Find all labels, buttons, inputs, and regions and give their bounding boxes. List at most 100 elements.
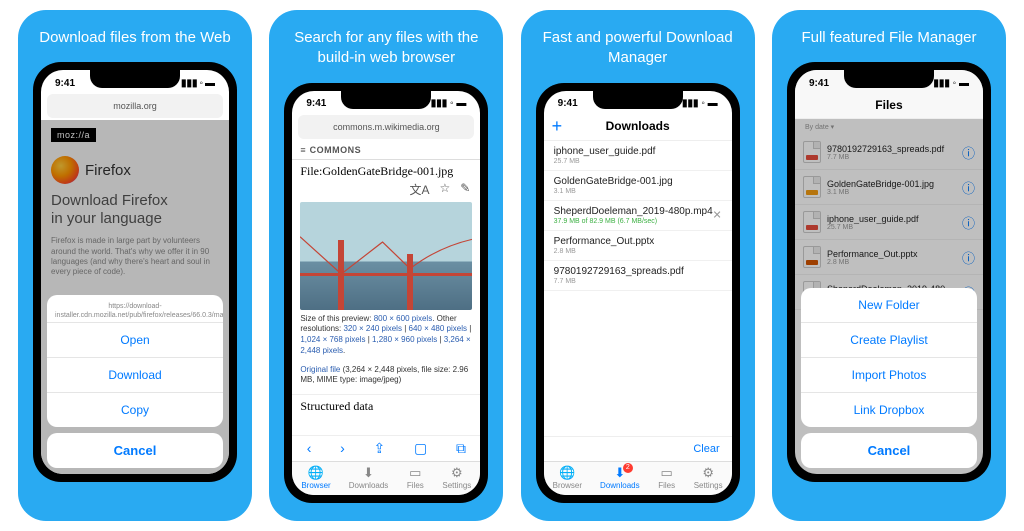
globe-icon: 🌐	[307, 466, 325, 480]
status-icons: ▮▮▮ ◦ ▬	[431, 98, 467, 109]
download-row-active[interactable]: SheperdDoeleman_2019-480p.mp4 37.9 MB of…	[544, 201, 732, 231]
status-icons: ▮▮▮ ◦ ▬	[682, 98, 718, 109]
card-title: Full featured File Manager	[787, 10, 990, 56]
globe-icon: 🌐	[558, 466, 576, 480]
tab-browser[interactable]: 🌐Browser	[301, 466, 330, 490]
size-link[interactable]: 800 × 600 pixels	[374, 314, 433, 323]
phone-frame: 9:41 ▮▮▮ ◦ ▬ commons.m.wikimedia.org ≡ C…	[284, 83, 488, 503]
cancel-button[interactable]: Cancel	[47, 433, 223, 468]
res-link[interactable]: 1,280 × 960 pixels	[372, 335, 437, 344]
link-dropbox-button[interactable]: Link Dropbox	[801, 392, 977, 427]
download-row[interactable]: GoldenGateBridge-001.jpg 3.1 MB	[544, 171, 732, 201]
downloads-title: Downloads	[606, 119, 670, 133]
bridge-image[interactable]	[300, 202, 472, 310]
tab-downloads[interactable]: ⬇Downloads	[349, 466, 389, 490]
promo-card-3: Fast and powerful Download Manager 9:41 …	[521, 10, 755, 521]
structured-data-heading: Structured data	[292, 394, 480, 414]
notch	[341, 91, 431, 109]
add-button[interactable]: +	[552, 116, 563, 137]
tab-files[interactable]: ▭Files	[658, 466, 676, 490]
res-link[interactable]: 640 × 480 pixels	[409, 324, 468, 333]
promo-card-2: Search for any files with the build-in w…	[269, 10, 503, 521]
forward-icon[interactable]: ›	[340, 440, 345, 457]
clear-button[interactable]: Clear	[544, 436, 732, 461]
action-sheet-group: https://download-installer.cdn.mozilla.n…	[47, 295, 223, 427]
folder-icon: ▭	[406, 466, 424, 480]
status-icons: ▮▮▮ ◦ ▬	[181, 78, 215, 89]
bottom-toolbar: 🌐Browser ⬇Downloads ▭Files ⚙Settings	[292, 461, 480, 495]
res-link[interactable]: 320 × 240 pixels	[343, 324, 402, 333]
download-row[interactable]: iphone_user_guide.pdf 25.7 MB	[544, 141, 732, 171]
phone-screen: 9:41 ▮▮▮ ◦ ▬ + Downloads iphone_user_gui…	[544, 91, 732, 495]
site-header: ≡ COMMONS	[292, 141, 480, 160]
original-file-link[interactable]: Original file	[300, 365, 340, 374]
gear-icon: ⚙	[448, 466, 466, 480]
status-time: 9:41	[809, 78, 829, 89]
new-folder-button[interactable]: New Folder	[801, 288, 977, 322]
res-link[interactable]: 1,024 × 768 pixels	[300, 335, 365, 344]
url-text: commons.m.wikimedia.org	[333, 122, 440, 132]
battery-icon: ▬	[205, 78, 215, 89]
notch	[90, 70, 180, 88]
status-icons: ▮▮▮ ◦ ▬	[933, 78, 969, 89]
phone-frame: 9:41 ▮▮▮ ◦ ▬ mozilla.org moz://a Firefox	[33, 62, 237, 482]
tab-settings[interactable]: ⚙Settings	[694, 466, 723, 490]
status-time: 9:41	[558, 98, 578, 109]
create-playlist-button[interactable]: Create Playlist	[801, 322, 977, 357]
copy-button[interactable]: Copy	[47, 392, 223, 427]
card-title: Download files from the Web	[25, 10, 244, 56]
url-bar[interactable]: mozilla.org	[47, 94, 223, 118]
folder-icon: ▭	[658, 466, 676, 480]
bookmarks-icon[interactable]: ▢	[414, 440, 427, 457]
tab-files[interactable]: ▭Files	[406, 466, 424, 490]
image-caption: Size of this preview: 800 × 600 pixels. …	[292, 310, 480, 361]
action-sheet: https://download-installer.cdn.mozilla.n…	[41, 289, 229, 474]
card-title: Search for any files with the build-in w…	[269, 10, 503, 77]
phone-screen: 9:41 ▮▮▮ ◦ ▬ Files By date ▾ 97801927291…	[795, 70, 983, 474]
notch	[593, 91, 683, 109]
download-badge: 2	[623, 463, 633, 473]
phone-screen: 9:41 ▮▮▮ ◦ ▬ mozilla.org moz://a Firefox	[41, 70, 229, 474]
files-content: By date ▾ 9780192729163_spreads.pdf7.7 M…	[795, 119, 983, 474]
tab-settings[interactable]: ⚙Settings	[442, 466, 471, 490]
download-row[interactable]: Performance_Out.pptx 2.8 MB	[544, 231, 732, 261]
action-sheet: New Folder Create Playlist Import Photos…	[795, 282, 983, 474]
phone-screen: 9:41 ▮▮▮ ◦ ▬ commons.m.wikimedia.org ≡ C…	[292, 91, 480, 495]
tabs-icon[interactable]: ⧉	[456, 440, 466, 457]
download-list: iphone_user_guide.pdf 25.7 MB GoldenGate…	[544, 141, 732, 436]
edit-icon[interactable]: ✎	[460, 181, 470, 198]
bottom-toolbar: 🌐Browser ⬇2 Downloads ▭Files ⚙Settings	[544, 461, 732, 495]
url-text: mozilla.org	[113, 101, 157, 111]
download-row[interactable]: 9780192729163_spreads.pdf 7.7 MB	[544, 261, 732, 291]
phone-frame: 9:41 ▮▮▮ ◦ ▬ + Downloads iphone_user_gui…	[536, 83, 740, 503]
site-brand: COMMONS	[310, 145, 362, 155]
sheet-url: https://download-installer.cdn.mozilla.n…	[47, 295, 223, 322]
back-icon[interactable]: ‹	[307, 440, 312, 457]
language-icon[interactable]: 文A	[409, 181, 429, 198]
signal-icon: ▮▮▮	[181, 78, 198, 89]
open-button[interactable]: Open	[47, 322, 223, 357]
tab-browser[interactable]: 🌐Browser	[553, 466, 582, 490]
tab-downloads[interactable]: ⬇2 Downloads	[600, 466, 640, 490]
promo-card-4: Full featured File Manager 9:41 ▮▮▮ ◦ ▬ …	[772, 10, 1006, 521]
files-header: Files	[795, 92, 983, 119]
cancel-download-icon[interactable]: ✕	[712, 209, 721, 222]
page-title: File:GoldenGateBridge-001.jpg	[292, 160, 480, 179]
download-button[interactable]: Download	[47, 357, 223, 392]
original-file-line: Original file (3,264 × 2,448 pixels, fil…	[292, 361, 480, 391]
menu-icon[interactable]: ≡	[300, 145, 305, 155]
import-photos-button[interactable]: Import Photos	[801, 357, 977, 392]
star-icon[interactable]: ☆	[440, 181, 451, 198]
promo-card-1: Download files from the Web 9:41 ▮▮▮ ◦ ▬…	[18, 10, 252, 521]
share-icon[interactable]: ⇪	[374, 440, 386, 457]
cancel-button[interactable]: Cancel	[801, 433, 977, 468]
downloads-header: + Downloads	[544, 113, 732, 141]
action-sheet-group: New Folder Create Playlist Import Photos…	[801, 288, 977, 427]
web-content: ≡ COMMONS File:GoldenGateBridge-001.jpg …	[292, 141, 480, 495]
download-icon: ⬇	[360, 466, 378, 480]
phone-frame: 9:41 ▮▮▮ ◦ ▬ Files By date ▾ 97801927291…	[787, 62, 991, 482]
card-title: Fast and powerful Download Manager	[521, 10, 755, 77]
wifi-icon: ◦	[199, 78, 203, 89]
gear-icon: ⚙	[699, 466, 717, 480]
url-bar[interactable]: commons.m.wikimedia.org	[298, 115, 474, 139]
